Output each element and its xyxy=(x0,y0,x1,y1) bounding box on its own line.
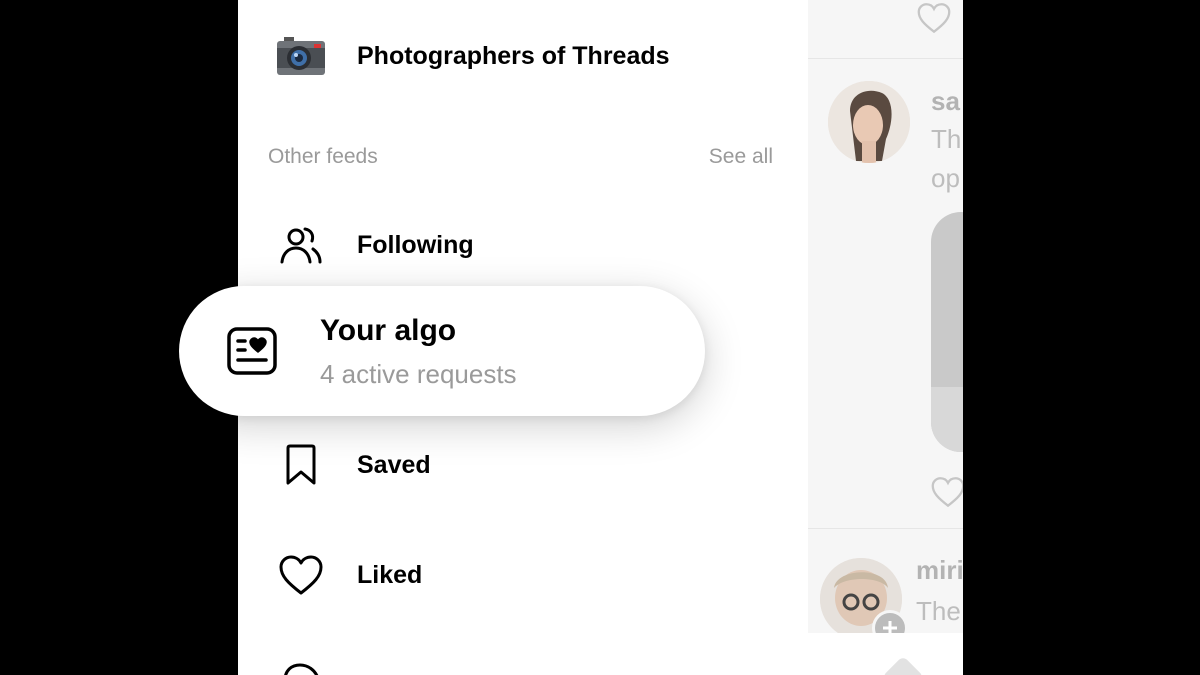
see-all-link[interactable]: See all xyxy=(709,145,773,169)
post-media[interactable] xyxy=(931,212,963,452)
heart-icon xyxy=(276,550,326,600)
section-title: Other feeds xyxy=(268,145,378,168)
feed-item-label: Liked xyxy=(357,560,423,589)
partial-item-icon xyxy=(282,662,322,675)
feed-item-label: Following xyxy=(357,230,474,259)
people-icon xyxy=(276,220,326,270)
like-icon[interactable] xyxy=(916,2,952,39)
post-divider xyxy=(808,528,963,529)
post-text-line: The xyxy=(916,596,961,626)
other-feeds-header: Other feeds See all xyxy=(268,145,773,173)
post-author-name[interactable]: sa xyxy=(931,86,960,117)
camera-icon xyxy=(276,31,326,81)
feed-item-photographers[interactable]: Photographers of Threads xyxy=(238,20,808,92)
post-text-line: Th xyxy=(931,124,962,154)
feed-item-liked[interactable]: Liked xyxy=(238,539,808,611)
post-author-name[interactable]: miri xyxy=(916,555,963,586)
like-icon[interactable] xyxy=(930,476,963,513)
bottom-bar xyxy=(808,633,963,675)
feed-peek: sa Th op miri The xyxy=(808,0,963,675)
feed-item-label: Photographers of Threads xyxy=(357,41,670,70)
item-title: Your algo xyxy=(320,314,457,347)
feed-item-label: Saved xyxy=(357,450,431,479)
avatar[interactable] xyxy=(828,81,910,163)
algo-card-heart-icon xyxy=(225,323,281,379)
bookmark-icon xyxy=(276,440,326,490)
post-text-line: op xyxy=(931,163,960,193)
feed-item-following[interactable]: Following xyxy=(238,209,808,281)
your-algo-item[interactable]: Your algo 4 active requests xyxy=(179,286,705,416)
feed-item-saved[interactable]: Saved xyxy=(238,429,808,501)
post-divider xyxy=(808,58,963,59)
item-subtitle: 4 active requests xyxy=(320,359,517,389)
